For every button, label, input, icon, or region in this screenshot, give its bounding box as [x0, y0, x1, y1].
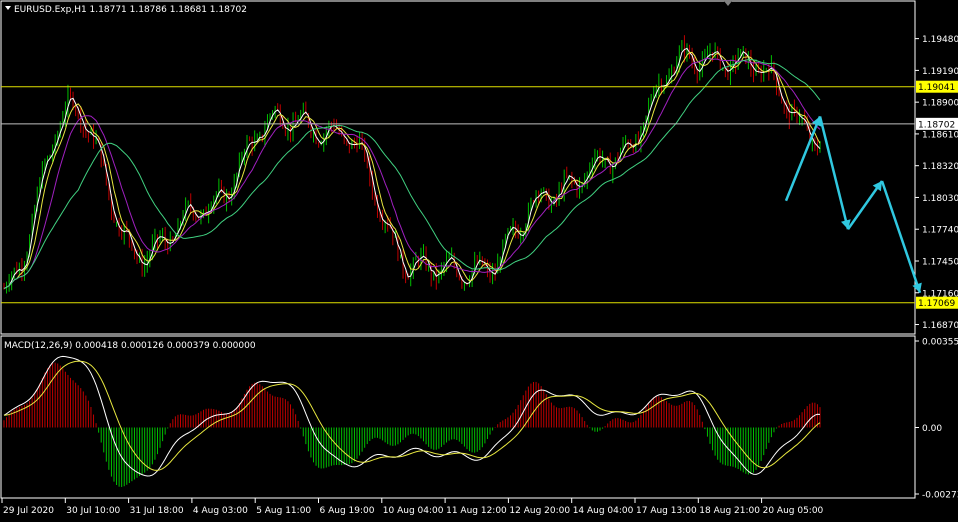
price-tick-label: 1.18320 — [922, 162, 958, 172]
price-tick-label: 1.19480 — [922, 35, 958, 45]
macd-tick-label: 0.00 — [922, 424, 942, 434]
macd-tick-label: 0.003557 — [922, 338, 958, 348]
time-tick-label: 20 Aug 05:00 — [763, 506, 824, 516]
price-tick-label: 1.18610 — [922, 130, 958, 140]
main-header: EURUSD.Exp,H1 1.18771 1.18786 1.18681 1.… — [14, 5, 247, 15]
hline-price-label-1: 1.18702 — [918, 120, 955, 130]
price-tick-label: 1.18900 — [922, 99, 958, 109]
time-tick-label: 14 Aug 04:00 — [573, 506, 634, 516]
price-tick-label: 1.17740 — [922, 226, 958, 236]
time-tick-label: 18 Aug 21:00 — [699, 506, 760, 516]
time-tick-label: 12 Aug 20:00 — [509, 506, 570, 516]
price-tick-label: 1.19190 — [922, 67, 958, 77]
time-tick-label: 6 Aug 19:00 — [320, 506, 375, 516]
time-tick-label: 29 Jul 2020 — [3, 506, 54, 516]
time-tick-label: 31 Jul 18:00 — [130, 506, 184, 516]
price-tick-label: 1.16870 — [922, 321, 958, 331]
hline-price-label-0: 1.19041 — [918, 83, 955, 93]
price-tick-label: 1.18030 — [922, 194, 958, 204]
time-tick-label: 4 Aug 03:00 — [193, 506, 248, 516]
trading-chart[interactable]: 1.19041 1.18702 1.17069 1.19480 1.19190 1.18… — [0, 0, 958, 518]
hline-price-label-2: 1.17069 — [918, 299, 955, 309]
macd-tick-label: -0.002735 — [922, 491, 958, 501]
macd-header: MACD(12,26,9) 0.000418 0.000126 0.000379… — [4, 341, 256, 351]
price-tick-label: 1.17160 — [922, 289, 958, 299]
time-tick-label: 17 Aug 13:00 — [636, 506, 697, 516]
time-tick-label: 11 Aug 12:00 — [446, 506, 507, 516]
time-tick-label: 10 Aug 04:00 — [383, 506, 444, 516]
time-tick-label: 30 Jul 10:00 — [66, 506, 120, 516]
price-tick-label: 1.17450 — [922, 257, 958, 267]
time-tick-label: 5 Aug 11:00 — [256, 506, 311, 516]
